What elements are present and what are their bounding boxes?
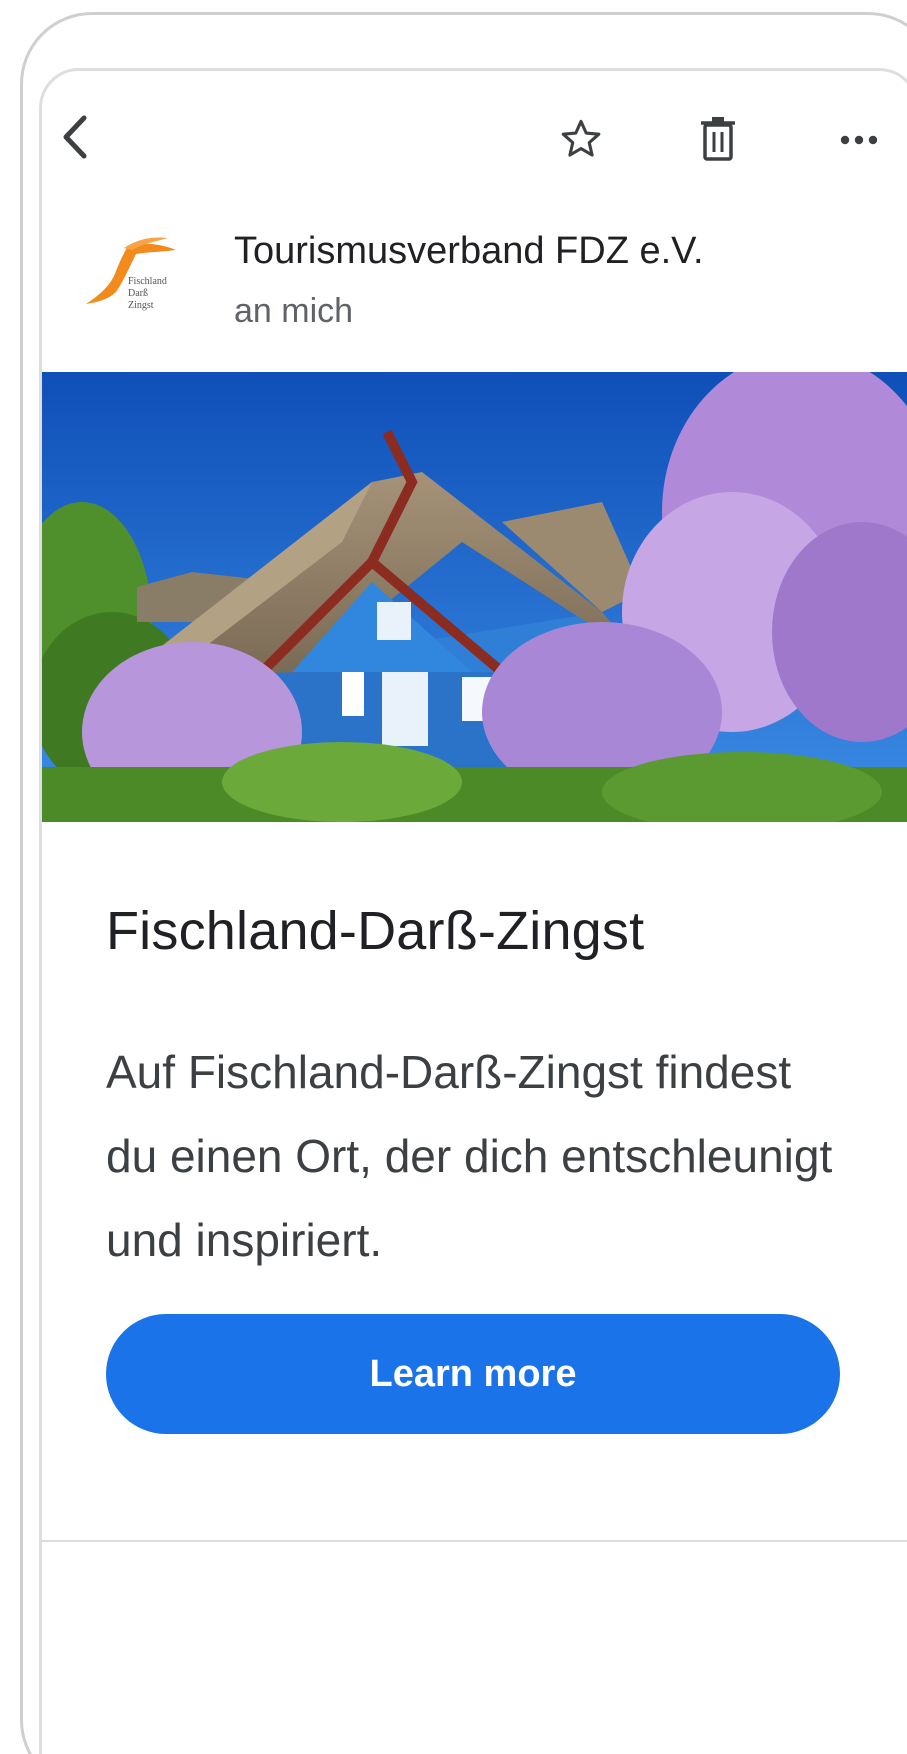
email-screen: Fischland Darß Zingst Tourismusverband F… (0, 0, 907, 1754)
hero-image[interactable] (42, 372, 907, 822)
sender-avatar: Fischland Darß Zingst (84, 232, 192, 324)
svg-text:Zingst: Zingst (128, 300, 154, 311)
star-outline-icon (561, 119, 601, 157)
more-options-button[interactable] (836, 120, 882, 160)
svg-text:Darß: Darß (128, 288, 148, 299)
learn-more-button[interactable]: Learn more (106, 1314, 840, 1434)
more-horizontal-icon (840, 135, 878, 145)
thatched-house-image (42, 372, 907, 822)
sender-name[interactable]: Tourismusverband FDZ e.V. (234, 230, 704, 273)
message-headline: Fischland-Darß-Zingst (106, 901, 645, 961)
divider (42, 1540, 907, 1542)
message-body: Auf Fischland-Darß-Zingst findest du ein… (106, 1046, 833, 1266)
trash-icon (701, 117, 735, 161)
recipient-line[interactable]: an mich (234, 292, 353, 331)
chevron-left-icon (63, 115, 87, 159)
star-button[interactable] (556, 114, 606, 164)
back-button[interactable] (58, 112, 92, 162)
fdz-logo-icon: Fischland Darß Zingst (86, 237, 176, 311)
svg-text:Fischland: Fischland (128, 276, 167, 287)
delete-button[interactable] (696, 114, 740, 164)
